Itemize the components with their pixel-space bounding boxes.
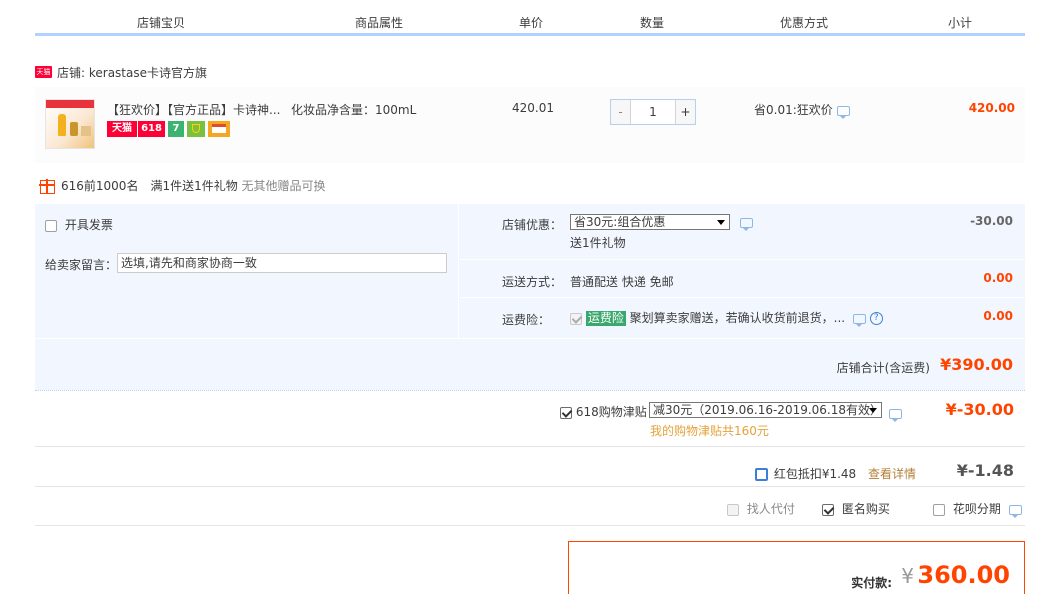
insurance-tag: 运费险 <box>585 311 626 326</box>
col-promo: 优惠方式 <box>780 16 829 30</box>
unit-price: 420.01 <box>512 101 554 115</box>
gift-text: 616前1000名 满1件送1件礼物 <box>61 179 238 193</box>
redpacket-detail-link[interactable]: 查看详情 <box>868 467 916 481</box>
promo-text: 省0.01:狂欢价 <box>754 103 833 117</box>
shop-discount-info-icon[interactable] <box>740 218 753 231</box>
invoice-checkbox[interactable] <box>45 219 57 232</box>
subsidy-checkbox[interactable] <box>560 406 572 419</box>
promo-info-icon[interactable] <box>836 105 850 119</box>
redpacket-row: 红包抵扣¥1.48 查看详情 <box>755 465 916 482</box>
subsidy-select[interactable]: 减30元（2019.06.16-2019.06.18有效） <box>649 402 882 418</box>
shop-discount-label: 店铺优惠： <box>502 218 563 232</box>
cart-item-row: 【狂欢价】【官方正品】卡诗神... 天猫 618 7 化妆品净含量：100mL … <box>35 87 1025 163</box>
gift-icon <box>39 178 55 194</box>
insurance-text: 聚划算卖家赠送，若确认收货前退货，... <box>629 311 846 325</box>
col-subtotal: 小计 <box>948 16 973 30</box>
shipping-row: 运送方式： 普通配送 快递 免邮 0.00 <box>460 260 1025 298</box>
col-price: 单价 <box>519 16 544 30</box>
invoice-label: 开具发票 <box>64 218 113 232</box>
col-qty: 数量 <box>640 16 665 30</box>
shop-name-link[interactable]: 店铺: kerastase卡诗官方旗 <box>57 64 207 81</box>
divider <box>35 446 1025 447</box>
redpacket-label: 红包抵扣¥1.48 <box>773 467 857 481</box>
tmall-icon: 天猫 <box>107 121 137 137</box>
shop-discount-row: 店铺优惠： 省30元:组合优惠 送1件礼物 -30.00 <box>460 204 1025 260</box>
shop-discount-note: 送1件礼物 <box>570 236 626 250</box>
friend-pay-label: 找人代付 <box>746 502 795 516</box>
redpacket-checkbox[interactable] <box>755 468 768 481</box>
insurance-amount: 0.00 <box>983 309 1013 323</box>
order-options-left: 开具发票 给卖家留言： 选填,请先和商家协商一致 <box>35 204 459 338</box>
shipping-label: 运送方式： <box>502 275 563 289</box>
gift-row: 616前1000名 满1件送1件礼物 无其他赠品可换 <box>39 177 326 194</box>
618-icon: 618 <box>137 121 165 137</box>
shop-discount-select[interactable]: 省30元:组合优惠 <box>570 214 730 230</box>
order-options: 开具发票 给卖家留言： 选填,请先和商家协商一致 店铺优惠： 省30元:组合优惠… <box>35 204 1025 390</box>
anonymous-checkbox[interactable] <box>822 503 834 516</box>
subsidy-label: 618购物津贴 <box>575 405 647 419</box>
anonymous-label: 匿名购买 <box>841 502 890 516</box>
installment-option: 花呗分期 <box>933 500 1022 518</box>
payment-amount: 360.00 <box>917 561 1010 589</box>
divider <box>35 486 1025 487</box>
tmall-badge-icon: 天猫 <box>35 66 52 78</box>
shipping-amount: 0.00 <box>983 271 1013 285</box>
shop-total-row: 店铺合计(含运费) ¥390.00 <box>35 338 1025 390</box>
installment-label: 花呗分期 <box>952 502 1001 516</box>
shop-total-label: 店铺合计(含运费) <box>836 361 930 375</box>
subsidy-amount: ¥-30.00 <box>945 400 1014 419</box>
redpacket-amount: ¥-1.48 <box>956 461 1014 480</box>
installment-info-icon[interactable] <box>1008 504 1022 518</box>
insurance-row: 运费险： 运费险 聚划算卖家赠送，若确认收货前退货，... ? 0.00 <box>460 298 1025 338</box>
friend-pay-checkbox <box>727 503 739 516</box>
quantity-stepper: - 1 + <box>610 99 696 125</box>
col-shop-item: 店铺宝贝 <box>137 16 186 30</box>
item-subtotal: 420.00 <box>968 101 1015 115</box>
payment-label: 实付款: <box>851 576 892 590</box>
quantity-plus-button[interactable]: + <box>675 100 695 124</box>
seller-message-input[interactable]: 选填,请先和商家协商一致 <box>117 253 447 273</box>
shop-total-value: ¥390.00 <box>940 355 1013 374</box>
shop-discount-amount: -30.00 <box>970 214 1013 228</box>
insurance-checkbox <box>570 312 582 325</box>
insurance-label: 运费险： <box>502 313 551 327</box>
shipping-method: 普通配送 快递 免邮 <box>570 275 674 289</box>
product-title-link[interactable]: 【狂欢价】【官方正品】卡诗神... <box>107 101 280 118</box>
cart-header: 店铺宝贝 商品属性 单价 数量 优惠方式 小计 <box>35 0 1025 36</box>
quantity-minus-button[interactable]: - <box>611 100 631 124</box>
gift-note: 无其他赠品可换 <box>241 179 326 193</box>
product-thumbnail[interactable] <box>45 99 95 149</box>
help-icon[interactable]: ? <box>869 312 883 325</box>
credit-card-icon <box>208 121 230 137</box>
friend-pay-option: 找人代付 <box>727 500 795 517</box>
guarantee-icon <box>187 121 205 137</box>
anonymous-option: 匿名购买 <box>822 500 890 517</box>
subsidy-row: 618购物津贴 <box>560 403 647 420</box>
divider <box>35 390 1025 391</box>
seven-day-return-icon: 7 <box>168 121 184 137</box>
col-attr: 商品属性 <box>355 16 404 30</box>
insurance-info-icon[interactable] <box>852 313 866 327</box>
subsidy-note: 我的购物津贴共160元 <box>650 424 769 438</box>
quantity-input[interactable]: 1 <box>633 100 673 124</box>
divider <box>35 525 1025 526</box>
subsidy-info-icon[interactable] <box>889 408 902 422</box>
product-attribute: 化妆品净含量：100mL <box>291 103 417 117</box>
promo-method: 省0.01:狂欢价 <box>754 101 850 119</box>
payment-currency: ¥ <box>901 564 914 588</box>
installment-checkbox[interactable] <box>933 503 945 516</box>
message-label: 给卖家留言： <box>45 258 118 272</box>
payment-summary: 实付款: ¥ 360.00 <box>568 541 1025 594</box>
